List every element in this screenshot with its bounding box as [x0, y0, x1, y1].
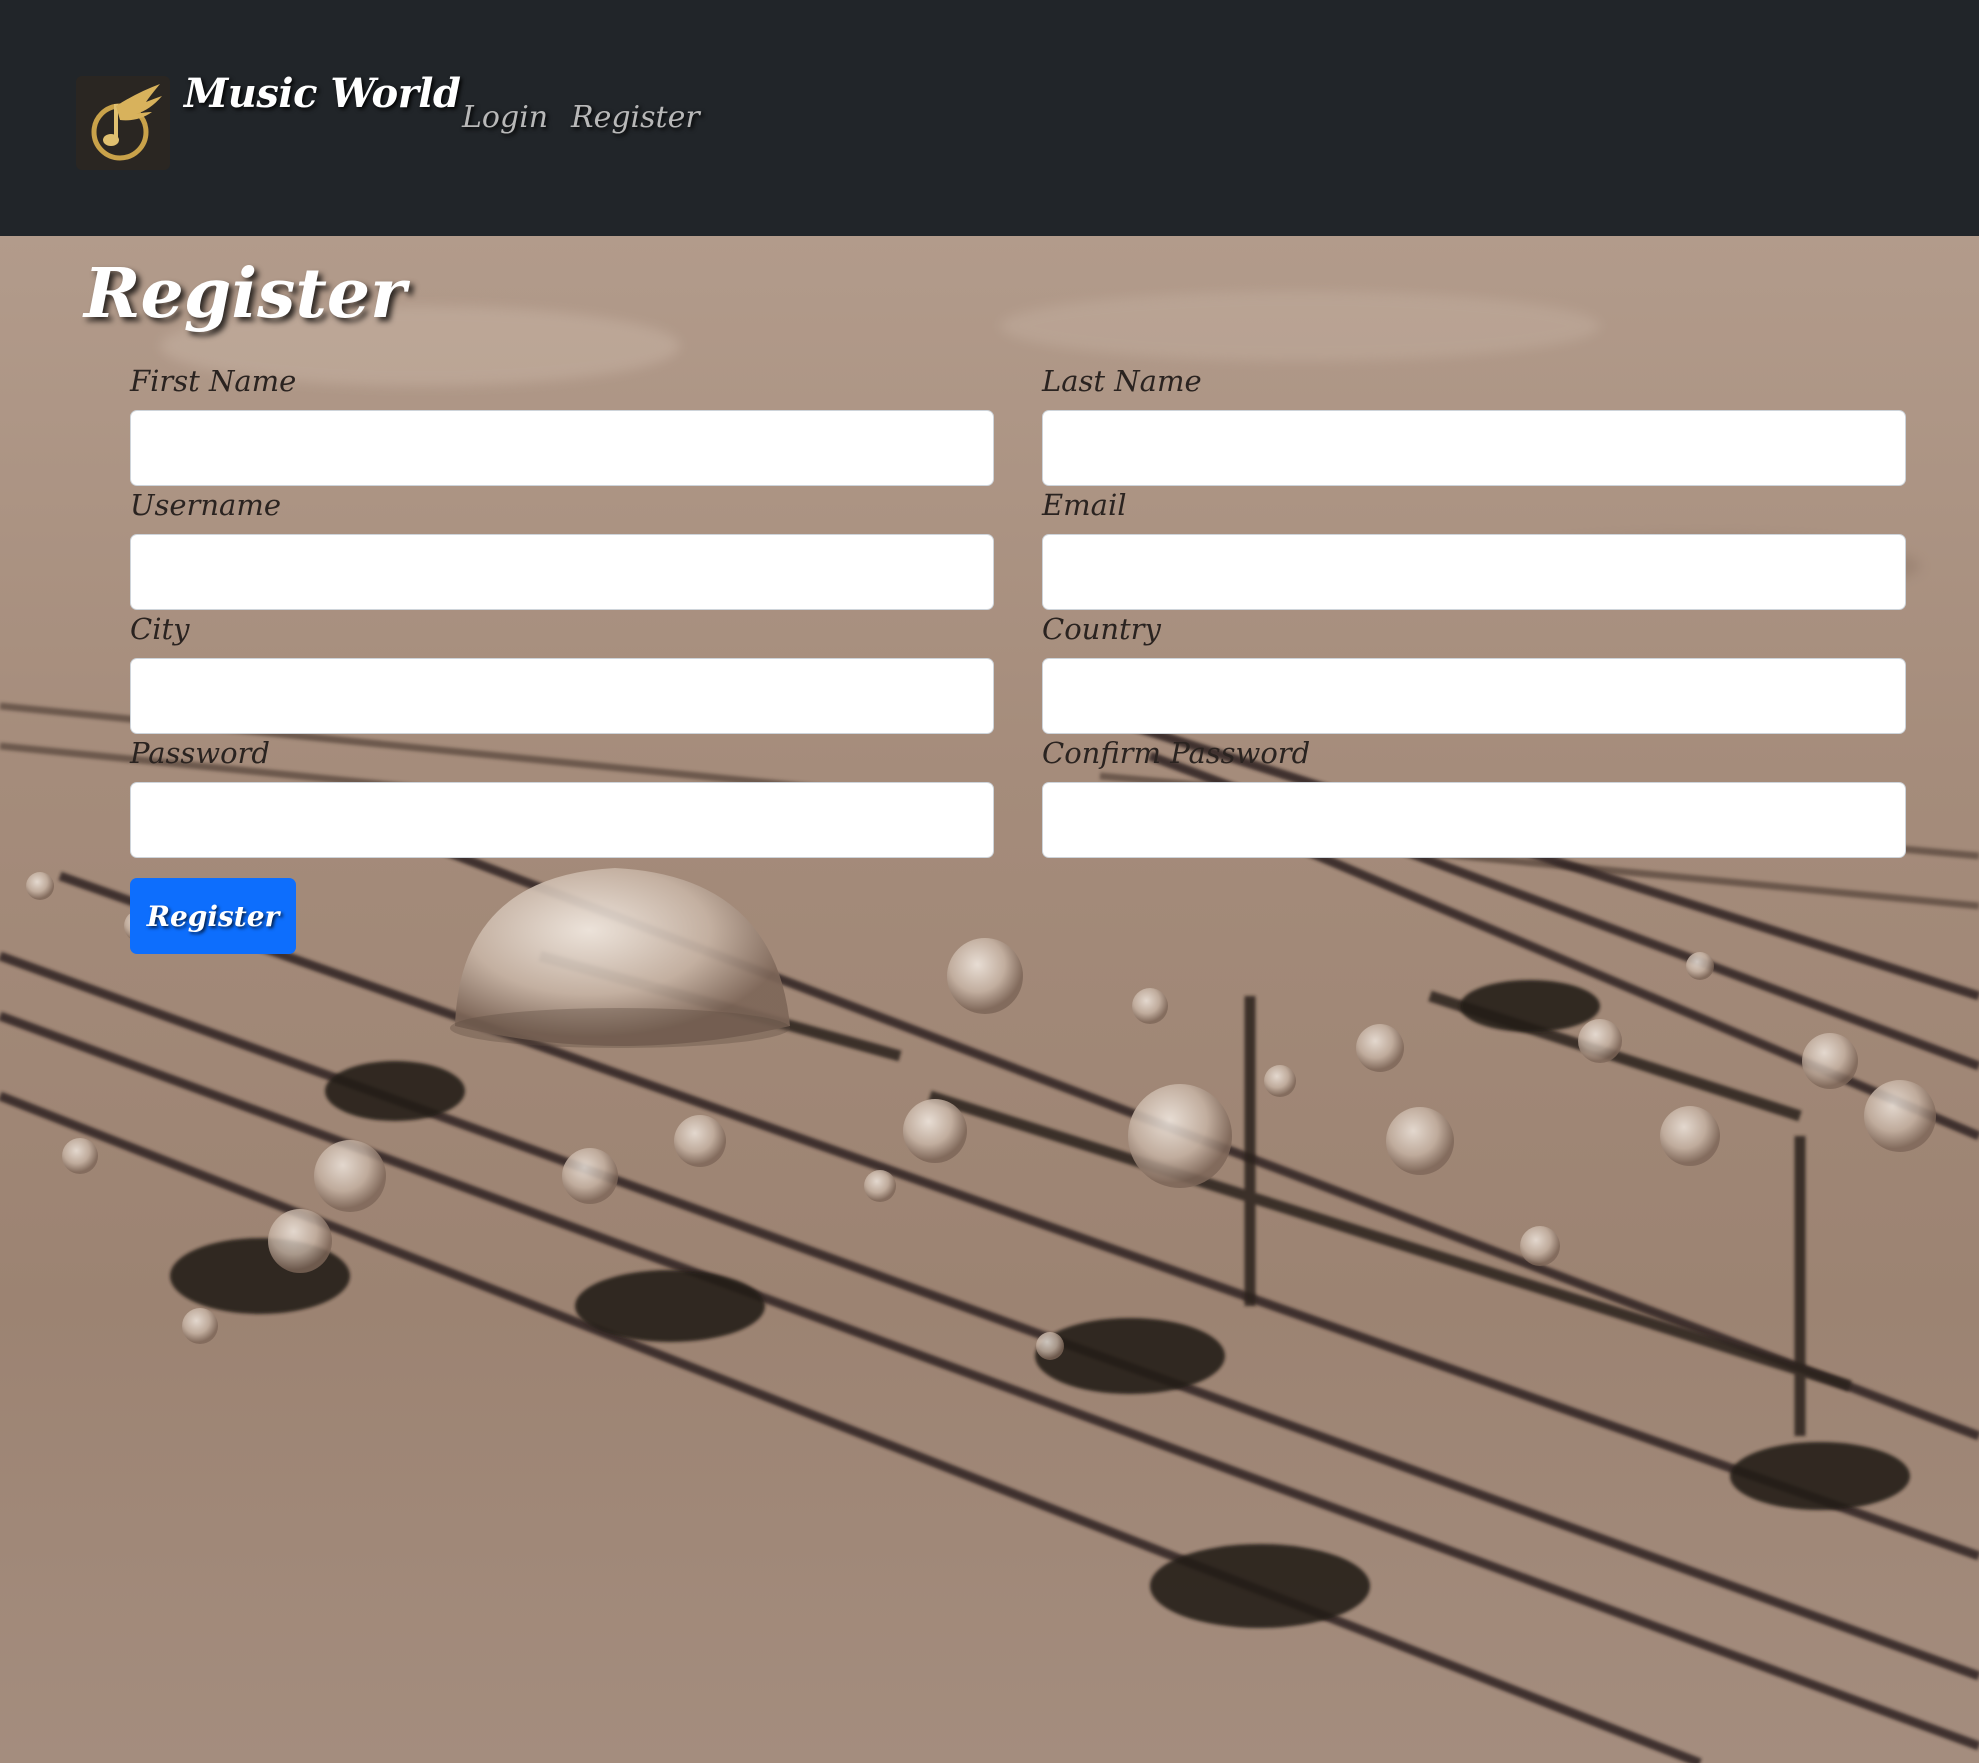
page-title: Register — [84, 254, 406, 334]
nav-login-link[interactable]: Login — [462, 100, 548, 135]
confirm-password-label: Confirm Password — [1042, 736, 1311, 770]
country-label: Country — [1042, 612, 1161, 646]
first-name-label: First Name — [130, 364, 297, 398]
music-note-wing-icon[interactable] — [76, 76, 170, 170]
email-input[interactable] — [1042, 534, 1906, 610]
username-input[interactable] — [130, 534, 994, 610]
email-label: Email — [1042, 488, 1127, 522]
country-input[interactable] — [1042, 658, 1906, 734]
username-label: Username — [130, 488, 281, 522]
last-name-label: Last Name — [1042, 364, 1202, 398]
register-page: Music World Login Register Register Firs… — [0, 0, 1979, 1763]
city-label: City — [130, 612, 190, 646]
first-name-input[interactable] — [130, 410, 994, 486]
nav-register-link[interactable]: Register — [571, 100, 700, 135]
password-label: Password — [130, 736, 270, 770]
navbar: Music World Login Register — [0, 0, 1979, 236]
city-input[interactable] — [130, 658, 994, 734]
last-name-input[interactable] — [1042, 410, 1906, 486]
register-submit-button[interactable]: Register — [130, 878, 296, 954]
brand-name[interactable]: Music World — [184, 70, 461, 117]
confirm-password-input[interactable] — [1042, 782, 1906, 858]
password-input[interactable] — [130, 782, 994, 858]
